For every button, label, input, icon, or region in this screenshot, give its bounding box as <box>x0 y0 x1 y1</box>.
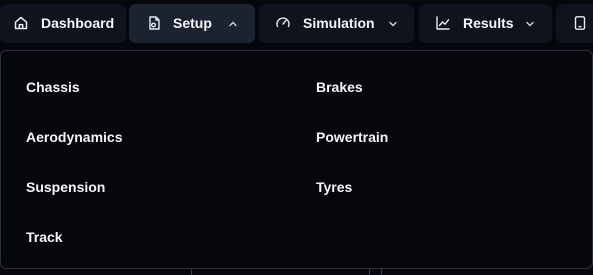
menu-item-powertrain[interactable]: Powertrain <box>316 129 388 145</box>
tablet-icon <box>574 16 586 30</box>
chevron-down-icon <box>526 21 534 27</box>
chevron-up-icon <box>229 21 237 27</box>
gauge-icon <box>276 17 290 28</box>
tab-setup-label: Setup <box>173 15 212 31</box>
chevron-down-icon <box>389 21 397 27</box>
tab-dashboard[interactable]: Dashboard <box>0 4 126 43</box>
tab-simulation-label: Simulation <box>303 15 375 31</box>
tab-setup[interactable]: Setup <box>129 4 255 43</box>
menu-item-brakes[interactable]: Brakes <box>316 79 363 95</box>
grid-line <box>369 269 370 275</box>
tab-device[interactable] <box>556 4 593 43</box>
tab-dashboard-label: Dashboard <box>41 15 115 31</box>
top-navigation-bar: Dashboard Setup Simulation Results <box>0 0 593 48</box>
menu-item-chassis[interactable]: Chassis <box>26 79 80 95</box>
grid-line <box>381 269 382 275</box>
line-chart-icon <box>436 16 450 30</box>
menu-item-suspension[interactable]: Suspension <box>26 179 105 195</box>
setup-dropdown-menu: Chassis Aerodynamics Suspension Track Br… <box>0 50 593 269</box>
menu-item-aerodynamics[interactable]: Aerodynamics <box>26 129 122 145</box>
home-icon <box>14 16 28 30</box>
tab-results-label: Results <box>463 15 514 31</box>
page-content-behind <box>0 269 593 275</box>
menu-item-track[interactable]: Track <box>26 229 63 245</box>
grid-line <box>191 269 192 275</box>
file-settings-icon <box>149 16 160 30</box>
tab-results[interactable]: Results <box>419 4 552 43</box>
tab-simulation[interactable]: Simulation <box>259 4 414 43</box>
menu-item-tyres[interactable]: Tyres <box>316 179 352 195</box>
